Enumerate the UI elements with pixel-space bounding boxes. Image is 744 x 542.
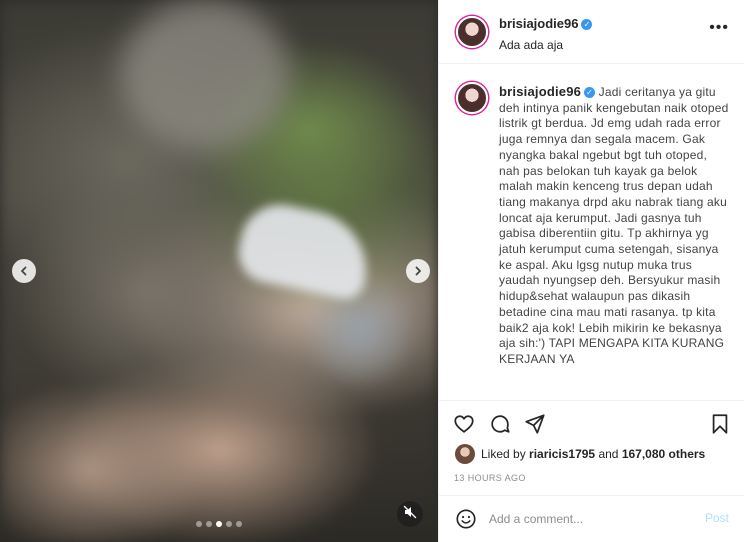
verified-badge-icon: ✓	[581, 19, 593, 30]
mute-icon	[403, 505, 417, 524]
chevron-right-icon	[413, 263, 423, 279]
comment-icon	[489, 415, 511, 439]
caption-section: brisiajodie96 ✓ Jadi ceritanya ya gitu de…	[439, 64, 744, 400]
post-side-panel: brisiajodie96 ✓ Ada ada aja ••• brisiajod…	[438, 0, 744, 542]
share-button[interactable]	[524, 413, 546, 440]
mute-button[interactable]	[397, 501, 423, 527]
chevron-left-icon	[19, 263, 29, 279]
share-icon	[524, 414, 546, 439]
likes-summary: Liked by riaricis1795 and 167,080 others	[455, 444, 705, 464]
caption-body: Jadi ceritanya ya gitu deh intinya panik…	[499, 85, 729, 366]
post-location[interactable]: Ada ada aja	[499, 38, 592, 52]
header-meta: brisiajodie96 ✓ Ada ada aja	[499, 15, 593, 52]
post-timestamp[interactable]: 13 HOURS AGO	[454, 473, 526, 483]
video-blur-shape	[120, 0, 290, 150]
more-options-button[interactable]: •••	[709, 20, 729, 36]
caption-username[interactable]: brisiajodie96	[499, 84, 581, 99]
carousel-dot	[236, 521, 242, 527]
emoji-icon	[455, 509, 477, 534]
instagram-post-modal: brisiajodie96 ✓ Ada ada aja ••• brisiajod…	[0, 0, 744, 542]
add-comment-bar: Post	[439, 495, 744, 542]
save-button[interactable]	[709, 413, 731, 440]
carousel-indicator	[196, 521, 242, 527]
carousel-dot	[196, 521, 202, 527]
likes-and: and	[598, 447, 619, 461]
more-options-icon: •••	[709, 19, 729, 36]
heart-icon	[453, 415, 475, 439]
carousel-dot	[206, 521, 212, 527]
comment-button[interactable]	[489, 413, 511, 440]
bookmark-icon	[709, 414, 731, 439]
likes-prefix: Liked by	[481, 447, 526, 461]
caption-text: brisiajodie96 ✓ Jadi ceritanya ya gitu de…	[499, 84, 731, 368]
like-button[interactable]	[453, 413, 475, 440]
comment-input[interactable]	[489, 508, 689, 530]
carousel-prev-button[interactable]	[12, 259, 36, 283]
post-media[interactable]	[0, 0, 438, 542]
post-header: brisiajodie96 ✓ Ada ada aja •••	[439, 0, 744, 64]
caption-avatar[interactable]	[456, 82, 488, 114]
avatar[interactable]	[456, 16, 488, 48]
likes-count[interactable]: 167,080 others	[622, 447, 705, 461]
carousel-dot	[226, 521, 232, 527]
emoji-button[interactable]	[455, 508, 477, 535]
post-comment-button[interactable]: Post	[705, 511, 729, 525]
liked-by-username[interactable]: riaricis1795	[529, 447, 595, 461]
header-username[interactable]: brisiajodie96	[499, 16, 578, 31]
carousel-next-button[interactable]	[406, 259, 430, 283]
verified-badge-icon: ✓	[584, 87, 596, 98]
carousel-dot	[216, 521, 222, 527]
avatar[interactable]	[455, 444, 475, 464]
